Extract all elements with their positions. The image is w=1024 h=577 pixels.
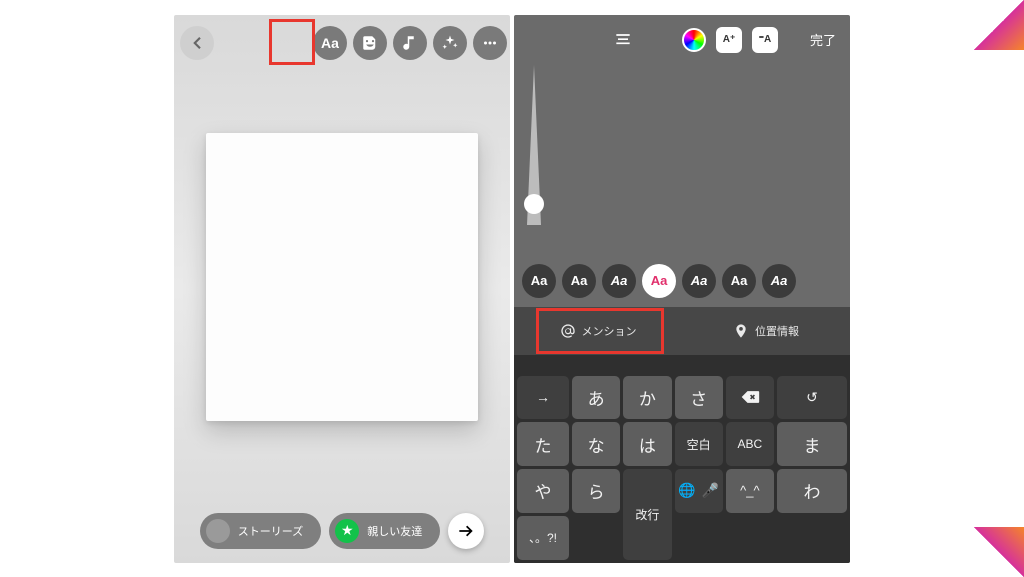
share-stories-button[interactable]: ストーリーズ [200, 513, 321, 549]
key-sa[interactable]: さ [675, 376, 723, 420]
back-button[interactable] [180, 26, 214, 60]
mention-icon [560, 323, 576, 339]
story-toolbar: Aa [174, 23, 510, 63]
text-edit-toolbar: A⁺ ⁼A 完了 [514, 25, 850, 55]
font-option-3-selected[interactable]: Aa [642, 264, 676, 298]
story-share-bar: ストーリーズ ★ 親しい友達 [174, 513, 510, 549]
key-ma[interactable]: ま [777, 422, 847, 466]
star-icon: ★ [335, 519, 359, 543]
mention-label: メンション [582, 323, 637, 339]
key-next-candidate[interactable]: → [517, 376, 569, 420]
done-button[interactable]: 完了 [810, 30, 836, 49]
font-option-5[interactable]: Aa [722, 264, 756, 298]
key-mode-switch[interactable]: 🌐 🎤 [675, 469, 723, 513]
slider-thumb[interactable] [524, 194, 544, 214]
text-size-slider[interactable] [524, 65, 544, 230]
more-icon [481, 34, 499, 52]
music-tool-button[interactable] [393, 26, 427, 60]
effects-tool-button[interactable] [433, 26, 467, 60]
text-tool-button[interactable]: Aa [313, 26, 347, 60]
location-label: 位置情報 [755, 323, 799, 339]
location-suggestion-button[interactable]: 位置情報 [682, 323, 850, 339]
mic-icon: 🎤 [702, 482, 719, 499]
text-animation-button[interactable]: A⁺ [716, 27, 742, 53]
stage: Aa ストーリーズ [0, 0, 1024, 577]
font-picker-row[interactable]: Aa Aa Aa Aa Aa Aa Aa [514, 261, 850, 301]
phone-right: A⁺ ⁼A 完了 Aa Aa Aa Aa Aa Aa Aa メンション [514, 15, 850, 563]
globe-icon: 🌐 [678, 482, 695, 499]
key-abc-mode[interactable]: ABC [726, 422, 774, 466]
arrow-right-icon [456, 521, 476, 541]
key-ka[interactable]: か [623, 376, 671, 420]
share-close-friends-label: 親しい友達 [367, 523, 422, 539]
align-icon [613, 30, 633, 50]
text-tool-label: Aa [321, 35, 339, 51]
key-backspace[interactable] [726, 376, 774, 420]
key-ra[interactable]: ら [572, 469, 620, 513]
key-return[interactable]: 改行 [623, 469, 671, 560]
text-background-button[interactable]: ⁼A [752, 27, 778, 53]
text-suggestion-bar: メンション 位置情報 [514, 307, 850, 355]
music-icon [401, 34, 419, 52]
key-punct[interactable]: 、。?! [517, 516, 569, 560]
key-emoji[interactable]: ^_^ [726, 469, 774, 513]
font-option-6[interactable]: Aa [762, 264, 796, 298]
sticker-icon [361, 34, 379, 52]
key-ya[interactable]: や [517, 469, 569, 513]
sticker-tool-button[interactable] [353, 26, 387, 60]
phone-left: Aa ストーリーズ [174, 15, 510, 563]
chevron-left-icon [188, 34, 206, 52]
font-option-1[interactable]: Aa [562, 264, 596, 298]
more-tool-button[interactable] [473, 26, 507, 60]
mention-suggestion-button[interactable]: メンション [514, 323, 682, 339]
location-pin-icon [733, 323, 749, 339]
send-to-button[interactable] [448, 513, 484, 549]
share-stories-label: ストーリーズ [238, 523, 303, 539]
key-ha[interactable]: は [623, 422, 671, 466]
key-undo[interactable]: ↺ [777, 376, 847, 420]
keyboard-spacer [514, 355, 850, 373]
key-a[interactable]: あ [572, 376, 620, 420]
sparkle-icon [441, 34, 459, 52]
story-canvas[interactable] [206, 133, 478, 421]
phone-pair: Aa ストーリーズ [174, 15, 850, 563]
key-ta[interactable]: た [517, 422, 569, 466]
backspace-icon [740, 387, 760, 407]
avatar [206, 519, 230, 543]
keyboard: → あ か さ ↺ た な は 空白 ABC ま や ら 改行 [514, 373, 850, 563]
color-picker-button[interactable] [682, 28, 706, 52]
font-option-4[interactable]: Aa [682, 264, 716, 298]
font-option-0[interactable]: Aa [522, 264, 556, 298]
font-option-2[interactable]: Aa [602, 264, 636, 298]
key-wa[interactable]: わ [777, 469, 847, 513]
key-space[interactable]: 空白 [675, 422, 723, 466]
share-close-friends-button[interactable]: ★ 親しい友達 [329, 513, 440, 549]
key-na[interactable]: な [572, 422, 620, 466]
text-align-button[interactable] [610, 27, 636, 53]
